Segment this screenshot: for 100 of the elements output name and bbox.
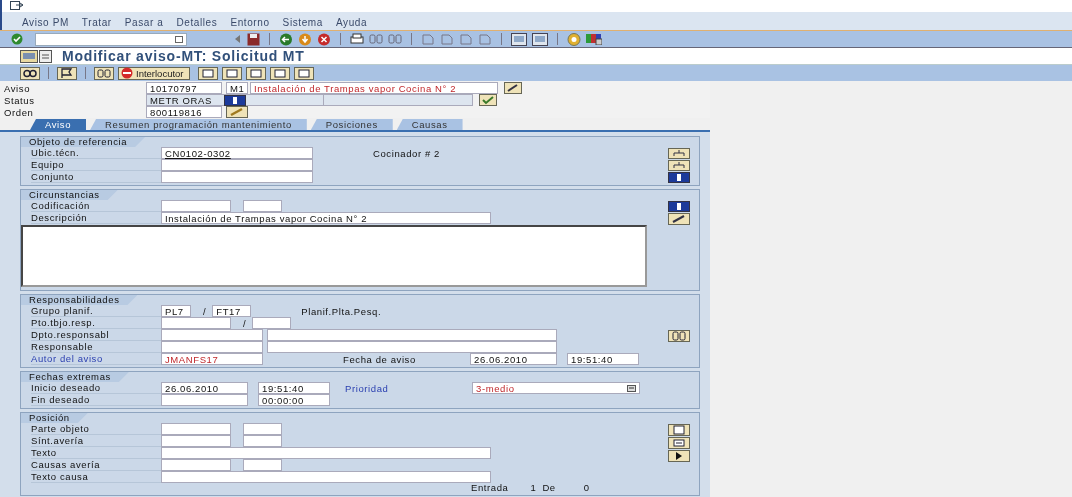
save-icon[interactable] [247,32,260,46]
document-icon[interactable] [293,66,314,80]
input-field[interactable] [243,435,282,447]
input-field[interactable]: 19:51:40 [258,382,330,394]
cancel-icon[interactable] [317,32,331,46]
group-title: Objeto de referencia [21,137,146,147]
menu-item[interactable]: Detalles [176,17,218,28]
field-description: Planif.Plta.Pesq. [301,305,382,317]
input-field[interactable] [161,171,313,183]
info-icon[interactable] [668,172,690,183]
hierarchy-icon[interactable] [668,160,690,171]
field-label: Descripción [31,212,161,224]
menu-item[interactable]: Aviso PM [22,17,69,28]
dropdown-icon[interactable] [627,384,636,392]
input-field[interactable]: CN0102-0302 [161,147,313,159]
pencil-icon[interactable] [226,106,248,118]
priority-dropdown[interactable]: 3-medio [472,382,640,394]
document-icon[interactable] [245,66,266,80]
input-field[interactable] [267,329,557,341]
field-label: Aviso [4,82,32,94]
input-field[interactable] [161,394,248,406]
input-field[interactable] [161,329,263,341]
menu-item[interactable]: Tratar [81,17,112,28]
hierarchy-icon[interactable] [668,148,690,159]
field-label: Grupo planif. [31,305,161,317]
info-icon[interactable] [668,201,690,212]
input-field[interactable] [161,423,231,435]
field-label: Fin deseado [31,394,161,406]
info-icon[interactable] [224,94,246,106]
page-icon[interactable] [668,424,690,436]
print-icon[interactable] [350,33,364,45]
menu-item[interactable]: Ayuda [335,17,368,28]
field-label: Prioridad [345,382,390,394]
partner-button[interactable]: Interlocutor [118,66,190,80]
input-field[interactable]: 19:51:40 [567,353,639,365]
input-field[interactable] [267,341,557,353]
edit-icon[interactable] [504,82,522,94]
input-field[interactable] [161,471,491,483]
field-label: Texto causa [31,471,161,483]
group-title: Responsabilidades [21,295,138,305]
input-field[interactable] [252,317,292,329]
long-text-area[interactable] [21,225,647,287]
input-field[interactable] [161,459,231,471]
entry-counter-text: De [542,483,556,493]
binoculars-icon[interactable] [94,66,114,80]
input-field[interactable]: 26.06.2010 [470,353,557,365]
tab[interactable]: Aviso [30,119,87,130]
notification-type-field[interactable]: M1 [226,82,248,94]
input-field[interactable]: 00:00:00 [258,394,330,406]
document-icon[interactable] [197,66,218,80]
input-field[interactable]: 26.06.2010 [161,382,248,394]
help-icon[interactable] [567,32,581,46]
menu-icon[interactable] [10,1,24,11]
binoculars-icon[interactable] [668,330,690,342]
glasses-icon[interactable] [20,66,40,80]
field-label: Causas avería [31,459,161,471]
tab[interactable]: Resumen programación mantenimiento [90,119,307,130]
layout-icon[interactable] [586,33,602,45]
input-field[interactable] [161,317,231,329]
list-icon[interactable] [668,437,690,449]
window-icon[interactable] [511,32,527,46]
document-icon[interactable] [269,66,290,80]
exit-icon[interactable] [298,32,312,46]
play-icon[interactable] [668,450,690,462]
input-field[interactable] [243,423,282,435]
input-field[interactable]: PL7 [161,305,191,317]
window-icon[interactable] [532,32,548,46]
screen-toggle-icon[interactable] [20,49,52,63]
input-field[interactable]: JMANFS17 [161,353,263,365]
tab[interactable]: Causas [396,119,463,130]
menu-item[interactable]: Entorno [230,17,270,28]
field-label: Conjunto [31,171,161,183]
command-field[interactable] [35,32,187,46]
back-icon[interactable] [279,32,293,46]
input-field[interactable] [161,435,231,447]
menu-item[interactable]: Pasar a [124,17,164,28]
field-label: Parte objeto [31,423,161,435]
status-field: METR ORAS [146,94,324,106]
edit-icon[interactable] [668,213,690,225]
check-icon[interactable] [479,94,497,106]
order-field[interactable]: 800119816 [146,106,222,118]
field-label: Equipo [31,159,161,171]
flag-icon[interactable] [57,66,77,80]
check-icon[interactable] [10,33,24,45]
tab[interactable]: Posiciones [310,119,393,130]
field-label: Dpto.responsabl [31,329,161,341]
field-label: Status [4,94,36,106]
input-field[interactable] [243,459,282,471]
description-field[interactable]: Instalación de Trampas vapor Cocina N° 2 [250,82,498,94]
input-field[interactable] [161,447,491,459]
input-field[interactable] [161,200,231,212]
input-field[interactable]: Instalación de Trampas vapor Cocina N° 2 [161,212,491,224]
input-field[interactable] [161,159,313,171]
menu-item[interactable]: Sistema [282,17,323,28]
notification-number-field[interactable]: 10170797 [146,82,222,94]
input-field[interactable] [161,341,263,353]
input-field[interactable] [243,200,282,212]
circle-icon [121,67,133,79]
document-icon[interactable] [221,66,242,80]
input-field[interactable]: FT17 [212,305,252,317]
